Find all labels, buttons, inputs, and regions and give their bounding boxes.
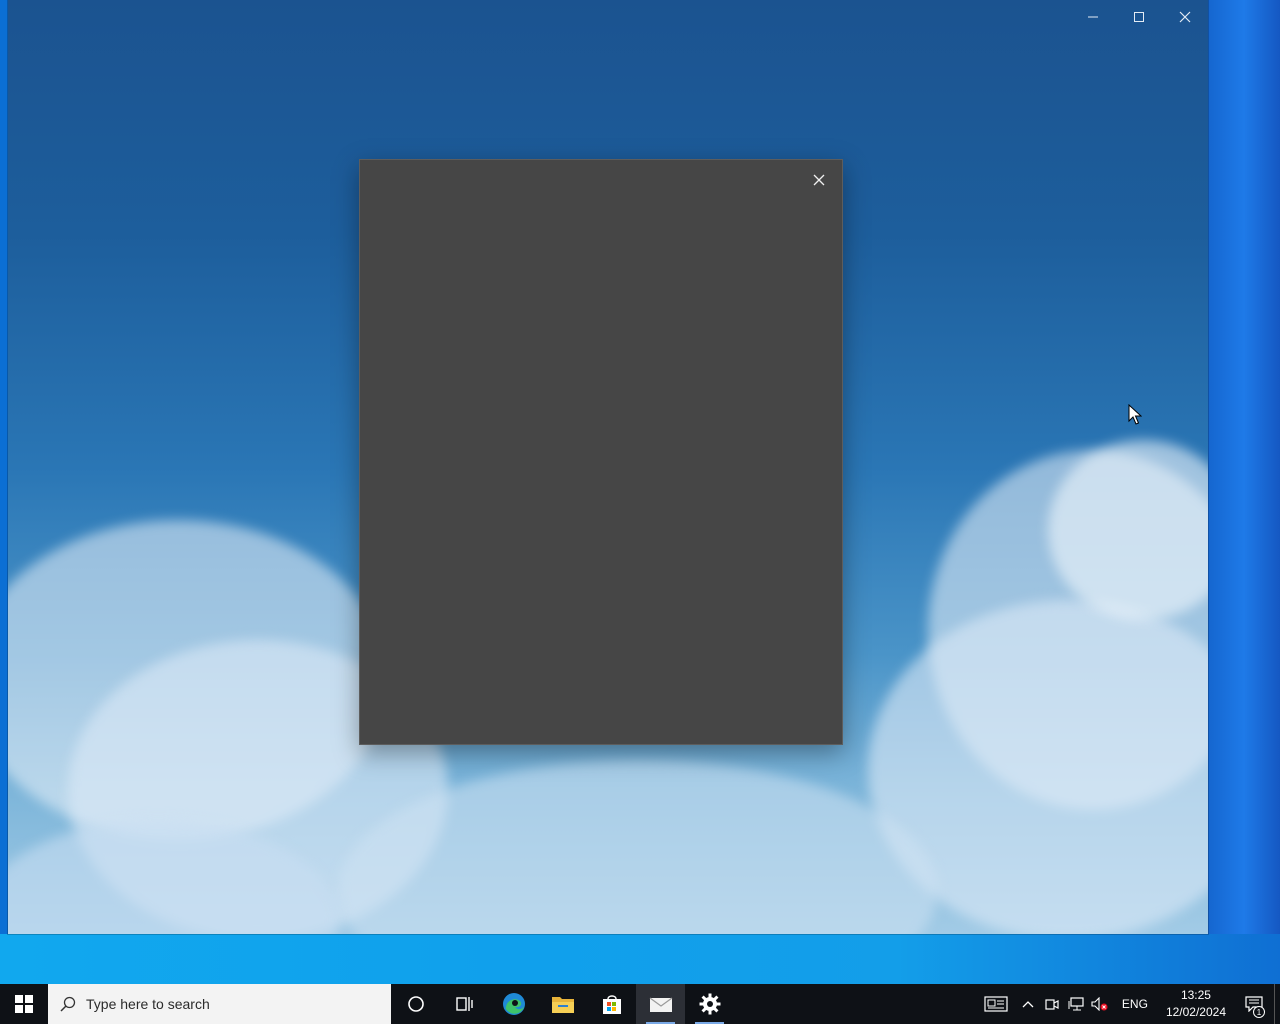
settings-taskbar-button[interactable]	[685, 984, 734, 1024]
task-view-icon	[455, 997, 473, 1011]
volume-button[interactable]	[1088, 984, 1112, 1024]
file-explorer-taskbar-button[interactable]	[538, 984, 587, 1024]
close-button[interactable]	[1162, 0, 1208, 34]
folder-icon	[551, 997, 574, 1013]
minimize-icon	[1088, 16, 1098, 18]
store-bag-icon	[602, 995, 621, 1014]
news-widget-button[interactable]	[976, 984, 1016, 1024]
clock-time: 13:25	[1180, 988, 1211, 1002]
desktop-edge-right	[1208, 0, 1280, 984]
gear-icon	[699, 993, 720, 1015]
mail-taskbar-button[interactable]	[636, 984, 685, 1024]
mail-icon	[649, 997, 672, 1012]
notification-count-badge: 1	[1253, 1006, 1265, 1018]
mouse-pointer-icon	[1128, 403, 1143, 431]
clock-date: 12/02/2024	[1165, 1005, 1226, 1019]
taskbar-search-box[interactable]: Type here to search	[48, 984, 391, 1024]
maximize-icon	[1134, 12, 1144, 22]
chevron-up-icon	[1022, 1001, 1034, 1008]
camera-icon	[1045, 999, 1059, 1010]
meet-now-button[interactable]	[1040, 984, 1064, 1024]
desktop-edge-bottom	[0, 934, 1280, 984]
start-button[interactable]	[0, 984, 48, 1024]
search-placeholder: Type here to search	[86, 996, 210, 1012]
edge-icon	[502, 993, 525, 1015]
search-icon	[60, 996, 76, 1012]
edge-taskbar-button[interactable]	[489, 984, 538, 1024]
show-hidden-icons-button[interactable]	[1016, 984, 1040, 1024]
dialog-close-button[interactable]	[804, 165, 834, 195]
cortana-button[interactable]	[391, 984, 440, 1024]
cortana-circle-icon	[407, 996, 424, 1012]
maximize-button[interactable]	[1116, 0, 1162, 34]
news-icon	[984, 996, 1008, 1012]
minimize-button[interactable]	[1070, 0, 1116, 34]
close-icon	[1179, 11, 1191, 23]
close-icon	[813, 174, 825, 186]
show-desktop-button[interactable]	[1274, 984, 1280, 1024]
action-center-button[interactable]: 1	[1234, 984, 1274, 1024]
network-button[interactable]	[1064, 984, 1088, 1024]
window-controls	[1070, 0, 1208, 34]
network-icon	[1068, 997, 1084, 1011]
store-taskbar-button[interactable]	[587, 984, 636, 1024]
system-tray: ENG 13:25 12/02/2024 1	[976, 984, 1280, 1024]
windows-logo-icon	[15, 995, 33, 1013]
clock[interactable]: 13:25 12/02/2024	[1158, 987, 1234, 1021]
language-indicator[interactable]: ENG	[1112, 997, 1158, 1011]
taskbar: Type here to search ENG 13:25 12/02/2024…	[0, 984, 1280, 1024]
task-view-button[interactable]	[440, 984, 489, 1024]
volume-muted-icon	[1091, 997, 1108, 1011]
dialog	[359, 159, 843, 745]
